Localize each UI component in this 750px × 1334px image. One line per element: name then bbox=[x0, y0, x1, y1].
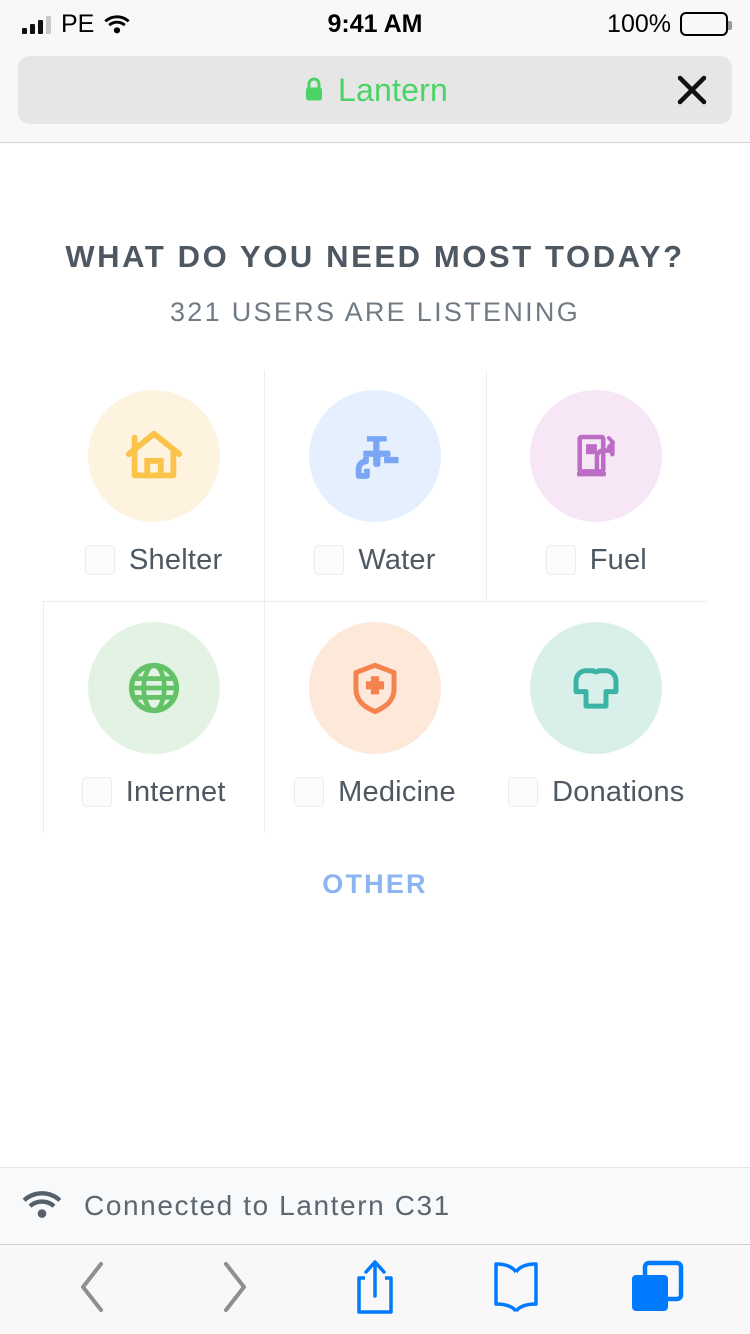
house-icon bbox=[123, 425, 185, 487]
share-button[interactable] bbox=[331, 1254, 419, 1326]
needs-grid: Shelter Water Fuel Internet Medicine Don… bbox=[43, 369, 707, 833]
fuel-label-row: Fuel bbox=[545, 543, 647, 577]
bookmarks-button[interactable] bbox=[472, 1254, 560, 1326]
need-option-water[interactable]: Water bbox=[264, 369, 485, 601]
wifi-icon bbox=[22, 1189, 62, 1224]
close-icon[interactable] bbox=[670, 68, 714, 112]
donations-label-row: Donations bbox=[508, 776, 684, 809]
need-option-medicine[interactable]: Medicine bbox=[264, 601, 485, 833]
connection-status-bar: Connected to Lantern C31 bbox=[0, 1167, 750, 1245]
internet-label-row: Internet bbox=[81, 775, 226, 809]
water-bubble bbox=[308, 389, 441, 522]
shield-cross-icon bbox=[346, 659, 404, 717]
faucet-icon bbox=[346, 427, 404, 485]
listeners-subtitle: 321 USERS ARE LISTENING bbox=[169, 296, 581, 327]
donations-label: Donations bbox=[552, 775, 685, 808]
share-icon bbox=[353, 1258, 397, 1321]
forward-button[interactable] bbox=[190, 1254, 278, 1326]
fuel-pump-icon bbox=[567, 427, 625, 485]
safari-toolbar bbox=[0, 1245, 750, 1334]
tshirt-icon bbox=[567, 659, 625, 717]
ios-status-bar: PE 9:41 AM 100% bbox=[0, 0, 750, 48]
internet-bubble bbox=[87, 621, 220, 754]
donations-bubble bbox=[530, 621, 663, 754]
safari-urlbar-container: Lantern bbox=[0, 48, 750, 143]
book-icon bbox=[488, 1261, 544, 1318]
need-option-fuel[interactable]: Fuel bbox=[485, 369, 707, 601]
fuel-bubble bbox=[530, 389, 663, 522]
medicine-bubble bbox=[308, 621, 441, 754]
shelter-label-row: Shelter bbox=[85, 544, 222, 577]
fuel-label: Fuel bbox=[589, 543, 647, 576]
medicine-checkbox[interactable] bbox=[294, 777, 325, 808]
page-headings: WHAT DO YOU NEED MOST TODAY? 321 USERS A… bbox=[0, 143, 750, 328]
tabs-icon bbox=[628, 1259, 686, 1320]
need-option-shelter[interactable]: Shelter bbox=[43, 370, 264, 601]
battery-full-icon bbox=[680, 12, 732, 36]
need-option-internet[interactable]: Internet bbox=[43, 601, 264, 833]
shelter-checkbox[interactable] bbox=[85, 545, 116, 576]
water-checkbox[interactable] bbox=[314, 545, 345, 576]
medicine-label: Medicine bbox=[338, 775, 456, 808]
phone-screen: PE 9:41 AM 100% Lantern WHAT DO YOU NEED… bbox=[0, 0, 750, 1334]
chevron-left-icon bbox=[76, 1260, 110, 1319]
fuel-checkbox[interactable] bbox=[545, 545, 576, 576]
need-option-donations[interactable]: Donations bbox=[486, 602, 707, 833]
chevron-right-icon bbox=[217, 1260, 251, 1319]
internet-checkbox[interactable] bbox=[81, 777, 112, 808]
page-title: WHAT DO YOU NEED MOST TODAY? bbox=[65, 239, 685, 274]
back-button[interactable] bbox=[49, 1254, 137, 1326]
medicine-label-row: Medicine bbox=[294, 776, 456, 809]
shelter-label: Shelter bbox=[129, 543, 223, 576]
connection-status-text: Connected to Lantern C31 bbox=[84, 1190, 451, 1221]
status-bar-time: 9:41 AM bbox=[327, 9, 423, 38]
water-label: Water bbox=[358, 543, 436, 576]
shelter-bubble bbox=[87, 389, 220, 522]
globe-icon bbox=[124, 658, 184, 718]
url-text: Lantern bbox=[338, 71, 448, 108]
other-link[interactable]: OTHER bbox=[322, 869, 428, 900]
donations-checkbox[interactable] bbox=[508, 777, 539, 808]
url-display: Lantern bbox=[302, 72, 448, 109]
page-content: WHAT DO YOU NEED MOST TODAY? 321 USERS A… bbox=[0, 143, 750, 1167]
tabs-button[interactable] bbox=[613, 1254, 701, 1326]
water-label-row: Water bbox=[314, 544, 435, 577]
other-container: OTHER bbox=[0, 869, 750, 900]
url-input[interactable]: Lantern bbox=[18, 56, 732, 124]
lock-icon bbox=[302, 76, 326, 104]
internet-label: Internet bbox=[125, 775, 226, 808]
